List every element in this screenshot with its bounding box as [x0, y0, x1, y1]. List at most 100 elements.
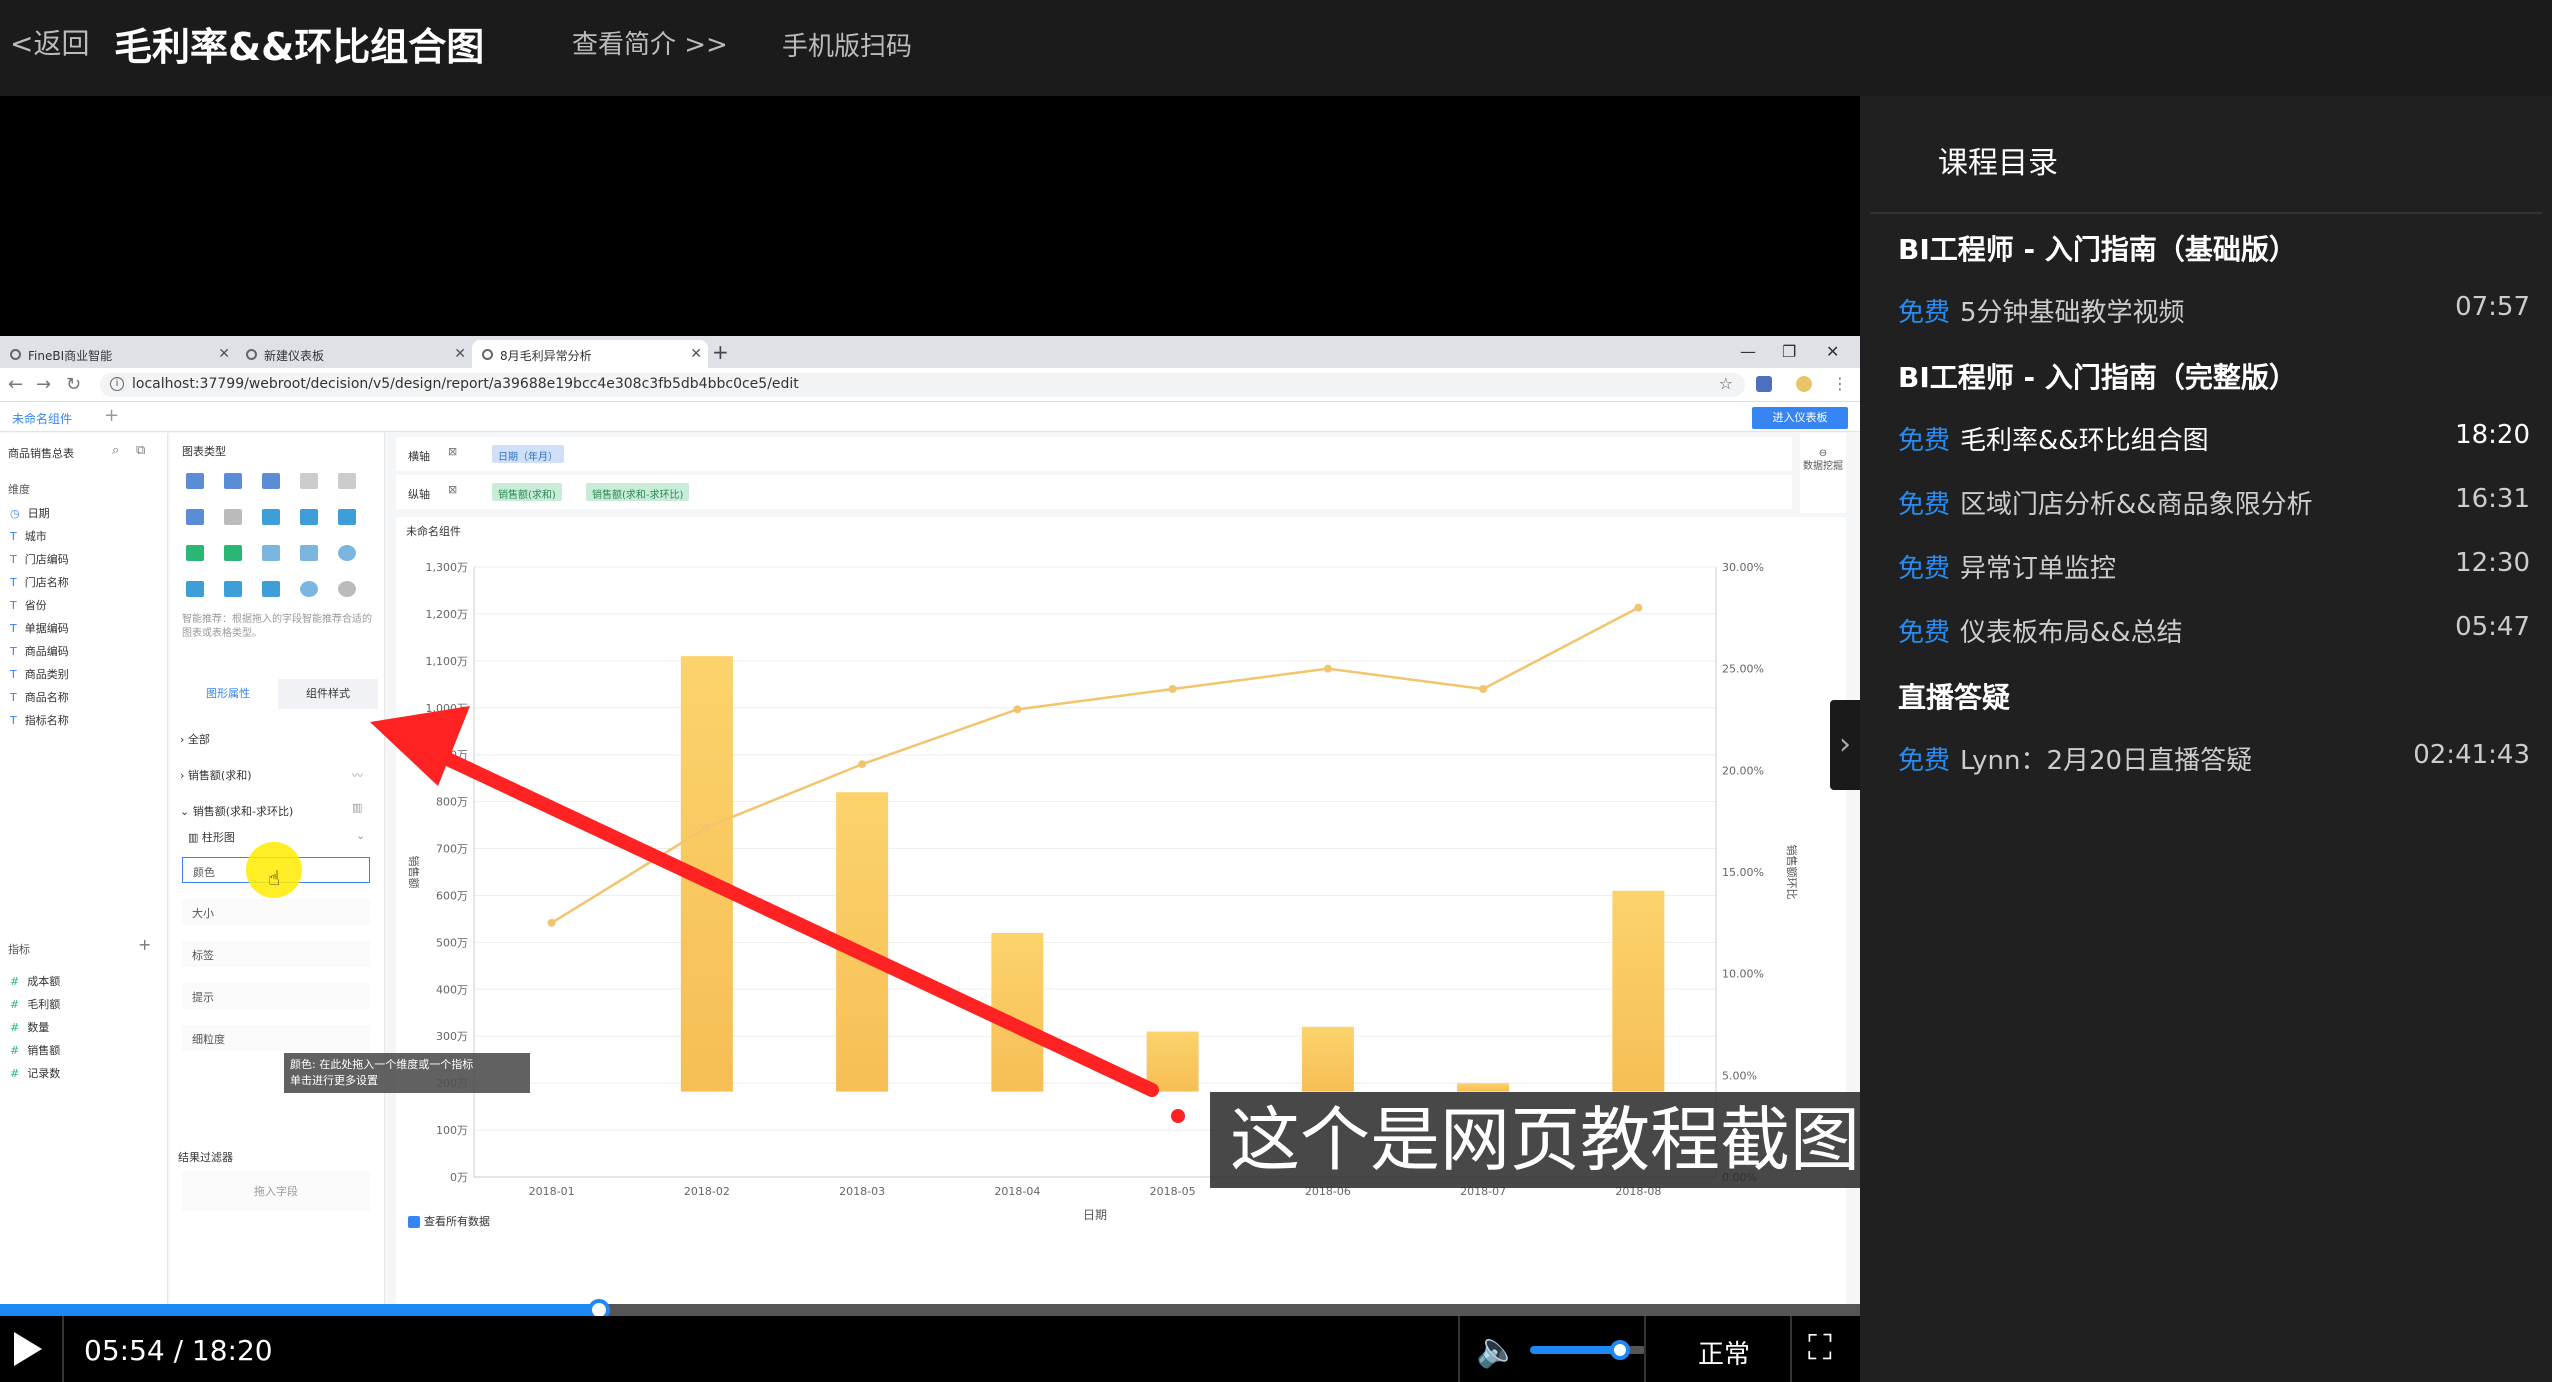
line-icon[interactable] [224, 545, 242, 561]
sales-row[interactable]: › 销售额(求和) [180, 767, 252, 783]
label-drop-box[interactable]: 标签 [182, 941, 370, 967]
table-name[interactable]: 商品销售总表 [8, 445, 74, 461]
measure-field[interactable]: # 成本额 [10, 973, 60, 989]
filter-drop-box[interactable]: 拖入字段 [182, 1171, 370, 1211]
close-icon[interactable]: ✕ [454, 346, 466, 362]
show-all-data[interactable]: 查看所有数据 [408, 1213, 490, 1229]
close-icon[interactable]: ✕ [690, 346, 702, 362]
size-drop-box[interactable]: 大小 [182, 899, 370, 925]
x-axis-pill[interactable]: 日期（年月） [492, 445, 564, 463]
intro-link[interactable]: 查看简介 >> [572, 24, 728, 61]
grouped-table-icon[interactable] [224, 473, 242, 489]
range-column-icon[interactable] [338, 509, 356, 525]
dimension-field[interactable]: T 城市 [10, 528, 47, 544]
add-component-icon[interactable]: + [104, 405, 119, 426]
dimension-field[interactable]: T 商品类别 [10, 666, 69, 682]
all-row[interactable]: › 全部 [180, 731, 210, 747]
multi-bar-icon[interactable] [186, 509, 204, 525]
area-icon[interactable] [262, 545, 280, 561]
collapse-panel-button[interactable]: › [1830, 700, 1860, 790]
dimension-field[interactable]: T 省份 [10, 597, 47, 613]
bar-line-icon[interactable] [224, 581, 242, 597]
grouped-bar-icon[interactable] [224, 509, 242, 525]
url-field[interactable]: i localhost:37799/webroot/decision/v5/de… [100, 373, 1745, 397]
lesson-item[interactable]: 免费 仪表板布局&&总结 05:47 [1898, 612, 2542, 649]
browser-tab[interactable]: FineBI商业智能 ✕ [0, 340, 236, 368]
table-chart-icon[interactable] [186, 473, 204, 489]
multi-line-icon[interactable] [300, 545, 318, 561]
line-type-icon[interactable]: 〰 [352, 767, 363, 783]
scatter-icon[interactable] [262, 581, 280, 597]
bar-h-icon[interactable] [186, 545, 204, 561]
lesson-item[interactable]: 免费 5分钟基础教学视频 07:57 [1898, 292, 2542, 329]
measure-field[interactable]: # 销售额 [10, 1042, 60, 1058]
browser-tab-active[interactable]: 8月毛利异常分析 ✕ [472, 340, 708, 368]
lesson-item-current[interactable]: 免费 毛利率&&环比组合图 18:20 [1898, 420, 2542, 457]
detail-table-icon[interactable] [338, 473, 356, 489]
new-tab-icon[interactable]: + [712, 340, 729, 364]
granularity-drop-box[interactable]: 细粒度 [182, 1025, 370, 1051]
back-link[interactable]: <返回 [10, 22, 89, 62]
volume-slider[interactable] [1530, 1340, 1646, 1360]
profile-icon[interactable] [1796, 376, 1812, 392]
chevron-down-icon[interactable]: ⌄ [356, 829, 365, 842]
search-icon[interactable]: ⌕ [112, 443, 119, 458]
play-icon[interactable] [14, 1332, 42, 1366]
dimension-field[interactable]: T 商品名称 [10, 689, 69, 705]
dimension-field[interactable]: T 指标名称 [10, 712, 69, 728]
stacked-bar-icon[interactable] [262, 509, 280, 525]
close-icon[interactable]: ✕ [218, 346, 230, 362]
dimension-field[interactable]: T 门店名称 [10, 574, 69, 590]
combo-icon[interactable] [186, 581, 204, 597]
kpi-icon[interactable] [300, 473, 318, 489]
dimension-field[interactable]: T 门店编码 [10, 551, 69, 567]
measure-field[interactable]: # 记录数 [10, 1065, 60, 1081]
minimize-icon[interactable]: — [1740, 342, 1756, 361]
enter-dashboard-button[interactable]: 进入仪表板 [1752, 407, 1848, 429]
chart-kind-select[interactable]: ▥ 柱形图 [188, 829, 235, 845]
back-arrow-icon[interactable]: ← [8, 374, 23, 395]
axis-settings-icon[interactable]: ⊠ [448, 445, 457, 458]
radar-icon[interactable] [338, 545, 356, 561]
restore-icon[interactable]: ❐ [1782, 342, 1796, 361]
dimension-field[interactable]: ◷ 日期 [10, 505, 50, 521]
menu-dots-icon[interactable]: ⋮ [1832, 374, 1848, 393]
sales-ratio-row[interactable]: ⌄ 销售额(求和-求环比) [180, 803, 293, 819]
volume-icon[interactable]: 🔈 [1476, 1330, 1518, 1370]
component-tab[interactable]: 未命名组件 [12, 410, 72, 427]
info-icon[interactable]: i [110, 377, 124, 391]
mobile-scan-link[interactable]: 手机版扫码 [782, 26, 912, 63]
axis-settings-icon[interactable]: ⊠ [448, 483, 457, 496]
browser-tab[interactable]: 新建仪表板 ✕ [236, 340, 472, 368]
reload-icon[interactable]: ↻ [66, 374, 81, 395]
window-close-icon[interactable]: ✕ [1826, 342, 1839, 361]
pie-icon[interactable] [338, 581, 356, 597]
measure-field[interactable]: # 数量 [10, 1019, 49, 1035]
tab-graph-attributes[interactable]: 图形属性 [178, 679, 278, 709]
data-mining-button[interactable]: ⊖ 数据挖掘 [1800, 433, 1846, 513]
video-player[interactable]: FineBI商业智能 ✕ 新建仪表板 ✕ 8月毛利异常分析 ✕ + — ❐ ✕ … [0, 96, 1900, 1382]
lesson-item[interactable]: 免费 Lynn：2月20日直播答疑 02:41:43 [1898, 740, 2542, 777]
speed-button[interactable]: 正常 [1698, 1334, 1750, 1371]
star-icon[interactable]: ☆ [1719, 374, 1733, 393]
y-axis-pill[interactable]: 销售额(求和-求环比) [586, 483, 690, 501]
lesson-item[interactable]: 免费 异常订单监控 12:30 [1898, 548, 2542, 585]
extension-icon[interactable] [1756, 376, 1772, 392]
forward-arrow-icon[interactable]: → [36, 374, 51, 395]
dimension-field[interactable]: T 单据编码 [10, 620, 69, 636]
bubble-icon[interactable] [300, 581, 318, 597]
lesson-item[interactable]: 免费 区域门店分析&&商品象限分析 16:31 [1898, 484, 2542, 521]
column-icon[interactable] [300, 509, 318, 525]
cross-table-icon[interactable] [262, 473, 280, 489]
bar-type-icon[interactable]: ▥ [352, 801, 362, 814]
measure-field[interactable]: # 毛利额 [10, 996, 60, 1012]
fullscreen-icon[interactable]: ⛶ [1808, 1328, 1832, 1368]
switch-table-icon[interactable]: ⧉ [136, 443, 145, 458]
add-measure-icon[interactable]: + [138, 935, 151, 954]
volume-knob[interactable] [1610, 1340, 1630, 1360]
tab-component-style[interactable]: 组件样式 [278, 679, 378, 709]
tip-drop-box[interactable]: 提示 [182, 983, 370, 1009]
progress-bar[interactable] [0, 1299, 1860, 1321]
dimension-field[interactable]: T 商品编码 [10, 643, 69, 659]
y-axis-pill[interactable]: 销售额(求和) [492, 483, 562, 501]
